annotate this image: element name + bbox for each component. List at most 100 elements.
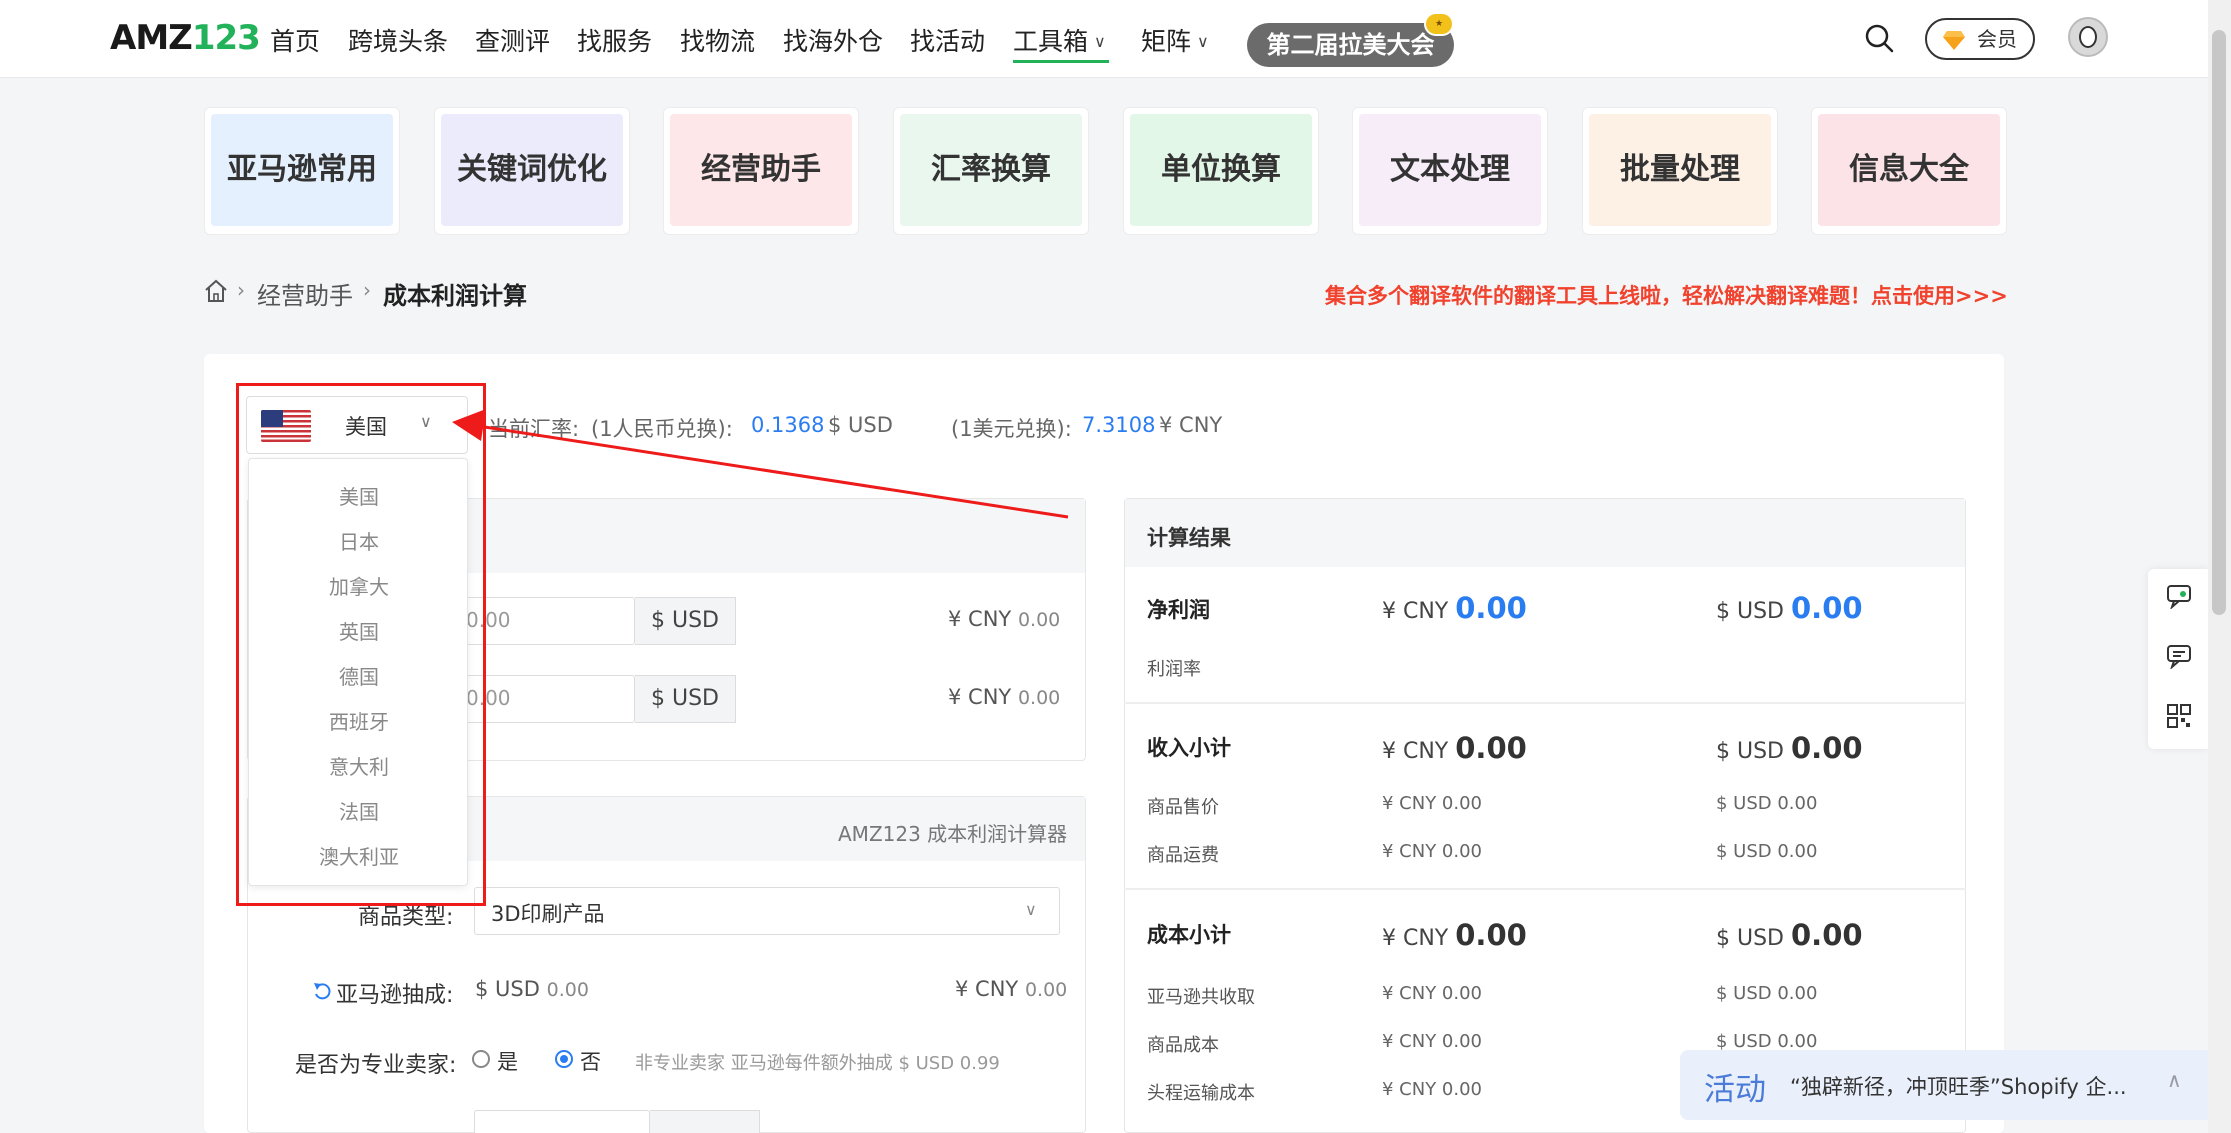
nav-warehouse[interactable]: 找海外仓 xyxy=(783,22,883,58)
tile-keyword-optimize[interactable]: 关键词优化 xyxy=(434,107,630,235)
tile-label: 文本处理 xyxy=(1359,114,1541,226)
chevron-up-icon[interactable]: ∧ xyxy=(2167,1068,2182,1092)
nav-matrix[interactable]: 矩阵 ∨ xyxy=(1141,22,1209,58)
cny-prefix: ¥ CNY xyxy=(948,685,1012,709)
cost-input[interactable] xyxy=(474,1110,650,1133)
activity-toast[interactable]: 活动 “独辟新径，冲顶旺季”Shopify 企... ∧ xyxy=(1680,1050,2208,1120)
member-button[interactable]: 会员 xyxy=(1925,18,2035,60)
top-header: AMZ123 首页 跨境头条 查测评 找服务 找物流 找海外仓 找活动 工具箱 ∨… xyxy=(0,0,2231,78)
cny-number: 0.00 xyxy=(1455,731,1527,765)
cost-unit-tag xyxy=(650,1110,760,1133)
diamond-icon xyxy=(1943,31,1965,50)
breadcrumb-separator-icon: › xyxy=(363,278,371,302)
amazon-total-fee-usd: $ USD 0.00 xyxy=(1716,983,1818,1004)
tile-business-assistant[interactable]: 经营助手 xyxy=(663,107,859,235)
site-logo[interactable]: AMZ123 xyxy=(110,18,261,58)
nav-home[interactable]: 首页 xyxy=(270,22,320,58)
cny-number: 0.00 xyxy=(1455,591,1527,625)
cny-number: 0.00 xyxy=(1017,609,1061,631)
nav-toolbox[interactable]: 工具箱 ∨ xyxy=(1013,22,1106,58)
tile-text-process[interactable]: 文本处理 xyxy=(1352,107,1548,235)
nav-events[interactable]: 找活动 xyxy=(910,22,985,58)
nav-logistics[interactable]: 找物流 xyxy=(680,22,755,58)
results-divider xyxy=(1124,702,1966,704)
tile-amazon-common[interactable]: 亚马逊常用 xyxy=(204,107,400,235)
cny-number: 0.00 xyxy=(1455,918,1527,952)
commission-label: 亚马逊抽成: xyxy=(336,983,454,1008)
usd-number: 0.00 xyxy=(1791,918,1863,952)
qrcode-icon[interactable] xyxy=(2166,703,2192,729)
chevron-down-icon: ∨ xyxy=(1197,32,1209,51)
feedback-icon[interactable] xyxy=(2166,583,2192,609)
cny-rate-label: (1人民币兑换): xyxy=(591,417,733,441)
cny-prefix: ¥ CNY xyxy=(1382,926,1449,951)
first-leg-cost-cny: ¥ CNY 0.00 xyxy=(1382,1079,1483,1100)
pro-seller-no-label[interactable]: 否 xyxy=(580,1046,601,1076)
amazon-total-fee-cny: ¥ CNY 0.00 xyxy=(1382,983,1483,1004)
translate-promo-link[interactable]: 集合多个翻译软件的翻译工具上线啦，轻松解决翻译难题！点击使用>>> xyxy=(1325,280,2008,310)
pro-seller-no-radio[interactable] xyxy=(555,1050,573,1068)
price-cny-value: ¥ CNY 0.00 xyxy=(948,607,1060,631)
nav-news[interactable]: 跨境头条 xyxy=(348,22,448,58)
breadcrumb-business-assistant[interactable]: 经营助手 xyxy=(257,276,353,311)
tile-unit-convert[interactable]: 单位换算 xyxy=(1123,107,1319,235)
cny-rate-unit: $ USD xyxy=(828,413,893,437)
tile-label: 批量处理 xyxy=(1589,114,1771,226)
pro-seller-yes-radio[interactable] xyxy=(472,1050,490,1068)
event-banner-button[interactable]: 第二届拉美大会 xyxy=(1247,23,1454,67)
refresh-icon[interactable] xyxy=(312,980,334,1002)
nav-toolbox-label: 工具箱 xyxy=(1013,27,1089,56)
cost-subtotal-label: 成本小计 xyxy=(1147,923,1231,947)
nav-services[interactable]: 找服务 xyxy=(577,22,652,58)
product-type-value: 3D印刷产品 xyxy=(491,902,605,926)
usd-rate-unit: ¥ CNY xyxy=(1159,413,1223,437)
income-cny: ¥ CNY 0.00 xyxy=(1382,731,1527,765)
net-profit-usd: $ USD 0.00 xyxy=(1716,591,1863,625)
tile-label: 亚马逊常用 xyxy=(211,114,393,226)
shipping-fee-cny: ¥ CNY 0.00 xyxy=(1382,841,1483,862)
tile-info[interactable]: 信息大全 xyxy=(1811,107,2007,235)
home-icon[interactable] xyxy=(203,278,229,304)
product-cost-label: 商品成本 xyxy=(1147,1035,1219,1056)
tile-exchange-rate[interactable]: 汇率换算 xyxy=(893,107,1089,235)
sale-price-cny: ¥ CNY 0.00 xyxy=(1382,793,1483,814)
annotation-highlight-box xyxy=(236,383,486,906)
cny-prefix: ¥ CNY xyxy=(1382,599,1449,624)
commission-cny: ¥ CNY 0.00 xyxy=(955,977,1067,1001)
cny-prefix: ¥ CNY xyxy=(955,977,1019,1001)
shipping-unit-tag: $ USD xyxy=(635,675,736,723)
tile-label: 汇率换算 xyxy=(900,114,1082,226)
event-badge-icon: ★ xyxy=(1424,12,1454,36)
results-panel-header xyxy=(1125,499,1965,567)
user-avatar[interactable] xyxy=(2068,17,2108,57)
activity-tag: 活动 xyxy=(1704,1072,1766,1108)
avatar-face-icon xyxy=(2079,26,2097,48)
usd-rate-label: (1美元兑换): xyxy=(951,417,1072,441)
tile-label: 信息大全 xyxy=(1818,114,2000,226)
first-leg-cost-label: 头程运输成本 xyxy=(1147,1083,1255,1104)
member-label: 会员 xyxy=(1977,27,2017,51)
page-scrollbar-thumb[interactable] xyxy=(2212,30,2226,615)
income-usd: $ USD 0.00 xyxy=(1716,731,1863,765)
usd-number: 0.00 xyxy=(1791,731,1863,765)
cny-number: 0.00 xyxy=(1024,979,1068,1001)
cny-number: 0.00 xyxy=(1017,687,1061,709)
pro-seller-yes-label[interactable]: 是 xyxy=(497,1046,518,1076)
cny-rate-value: 0.1368 xyxy=(751,413,825,437)
usd-number: 0.00 xyxy=(546,979,589,1001)
results-divider xyxy=(1124,888,1966,890)
search-icon[interactable] xyxy=(1863,22,1895,54)
cost-subtotal-usd: $ USD 0.00 xyxy=(1716,918,1863,952)
calculator-brand-label: AMZ123 成本利润计算器 xyxy=(838,822,1068,846)
tile-batch-process[interactable]: 批量处理 xyxy=(1582,107,1778,235)
nav-reviews[interactable]: 查测评 xyxy=(475,22,550,58)
net-profit-label: 净利润 xyxy=(1147,598,1210,622)
activity-text[interactable]: “独辟新径，冲顶旺季”Shopify 企... xyxy=(1790,1071,2127,1101)
sale-price-usd: $ USD 0.00 xyxy=(1716,793,1818,814)
nav-active-indicator xyxy=(1013,60,1109,63)
product-cost-usd: $ USD 0.00 xyxy=(1716,1031,1818,1052)
breadcrumb-current: 成本利润计算 xyxy=(383,282,527,310)
cny-prefix: ¥ CNY xyxy=(1382,739,1449,764)
message-icon[interactable] xyxy=(2166,643,2192,669)
exchange-rate-label: 当前汇率: xyxy=(488,417,580,441)
